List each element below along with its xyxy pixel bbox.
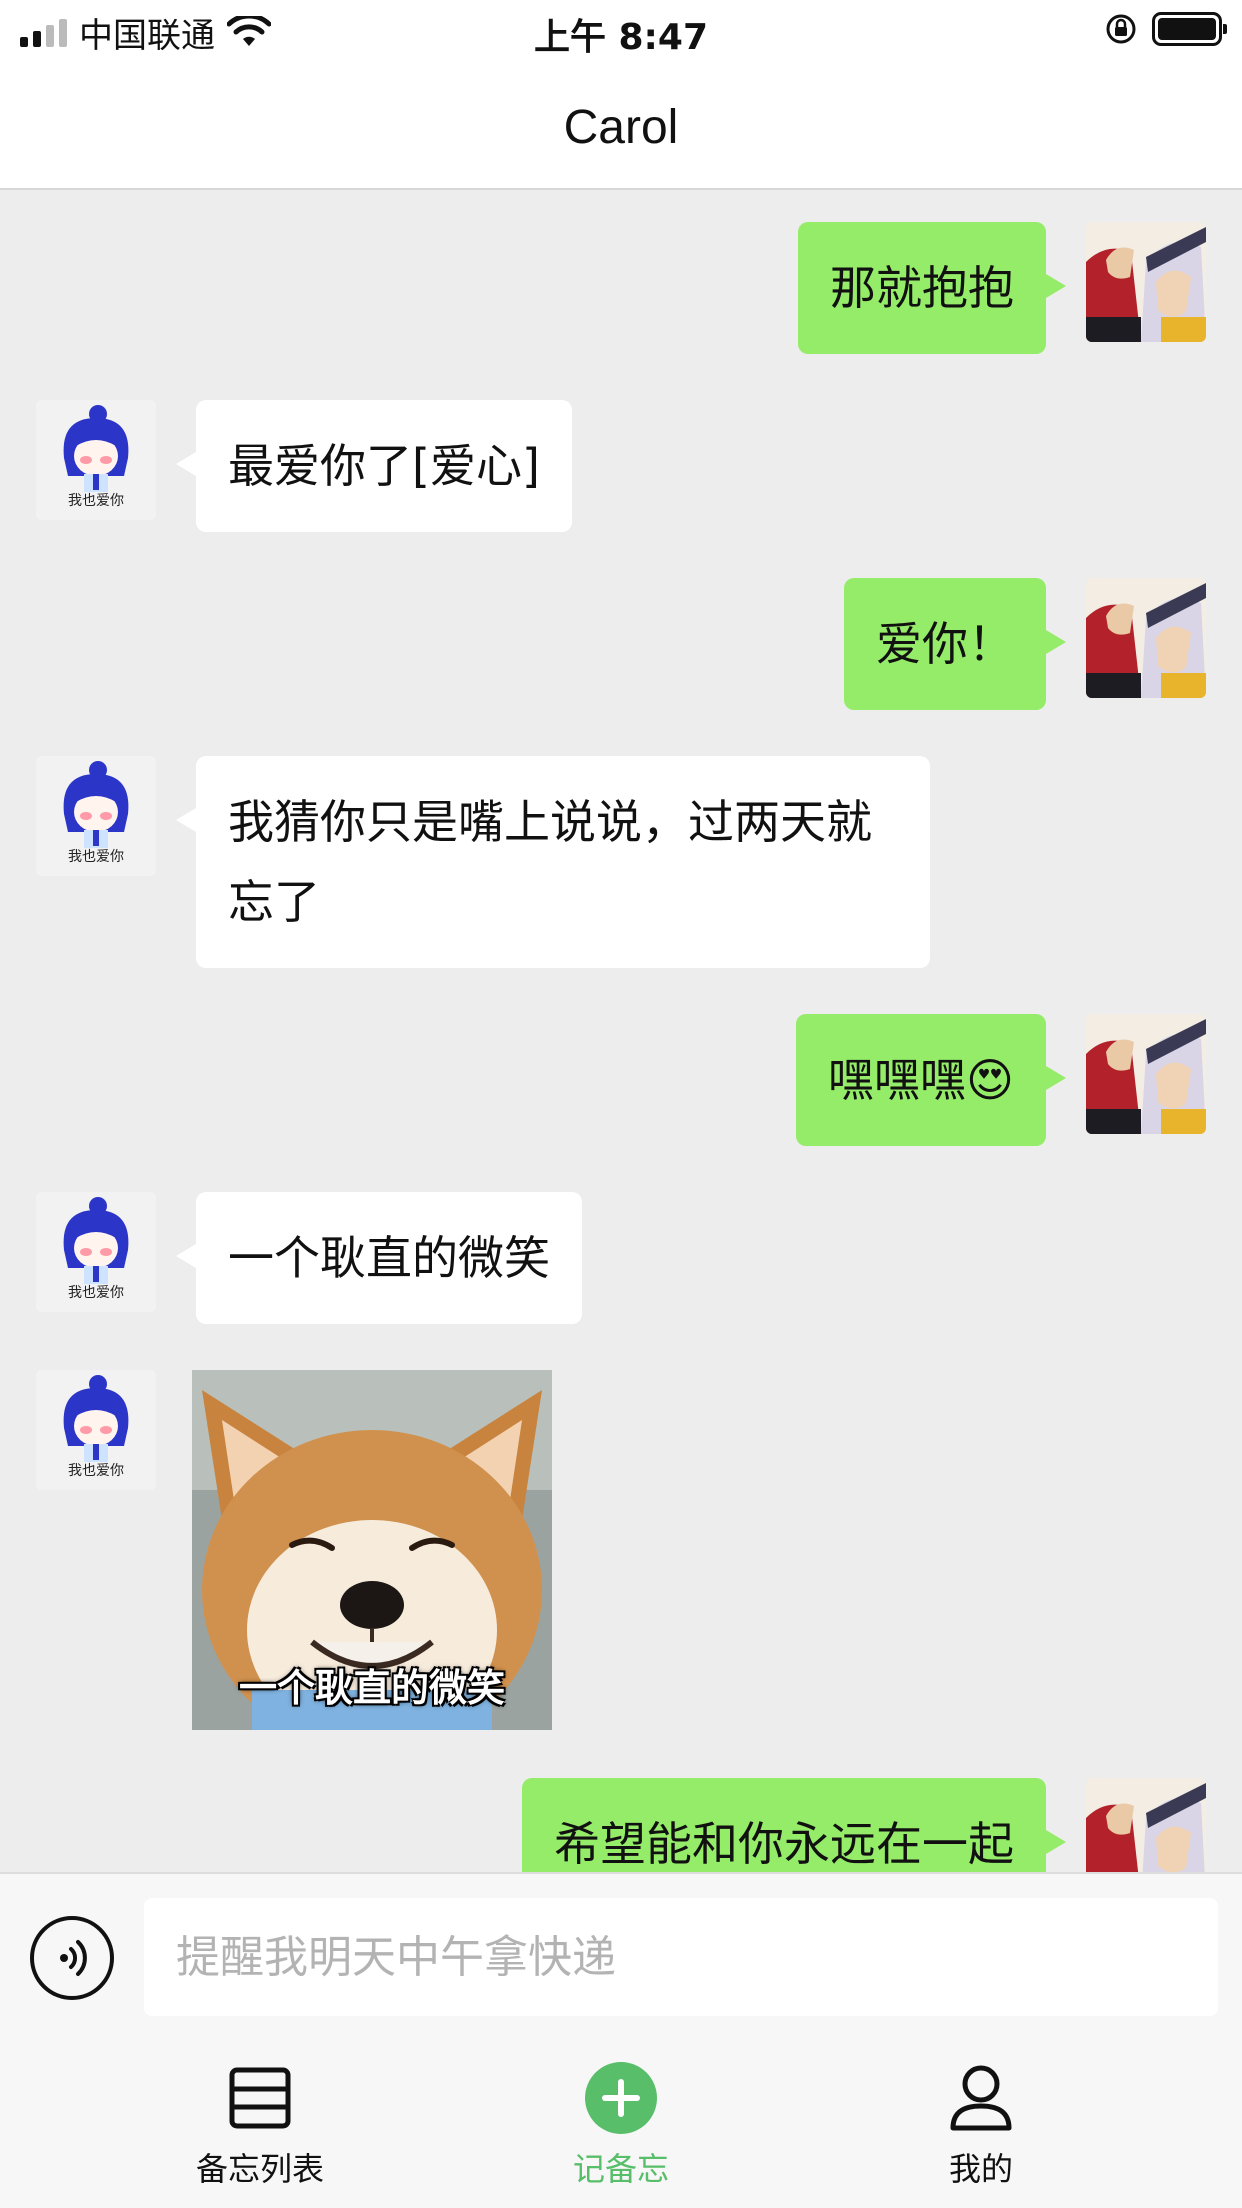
voice-icon bbox=[60, 1940, 87, 1976]
self-avatar-image bbox=[1086, 578, 1206, 698]
self-avatar[interactable] bbox=[1086, 1778, 1206, 1872]
message-bubble-incoming[interactable]: 我猜你只是嘴上说说，过两天就 忘了 bbox=[176, 756, 930, 968]
self-avatar[interactable] bbox=[1086, 222, 1206, 342]
message-bubble-incoming[interactable]: 最爱你了[爱心] bbox=[176, 400, 572, 532]
self-avatar-image bbox=[1086, 222, 1206, 342]
message-text: 一个耿直的微笑 bbox=[228, 1231, 550, 1285]
message-text: 那就抱抱 bbox=[830, 261, 1014, 315]
contact-avatar[interactable]: 我也爱你 bbox=[36, 400, 156, 520]
image-message[interactable]: 一个耿直的微笑 bbox=[192, 1370, 552, 1730]
tab-label: 我的 bbox=[948, 2150, 1013, 2188]
tab-label: 记备忘 bbox=[572, 2150, 669, 2188]
avatar-caption: 我也爱你 bbox=[68, 493, 124, 509]
self-avatar-image bbox=[1086, 1778, 1206, 1872]
status-time: 上午 8:47 bbox=[533, 17, 709, 58]
voice-input-button[interactable] bbox=[30, 1916, 114, 2000]
app-screen: 中国联通 上午 8:47 Carol 那就抱抱 我也爱你 最爱你了[爱心] 爱你… bbox=[0, 0, 1242, 2208]
chat-area[interactable]: 那就抱抱 我也爱你 最爱你了[爱心] 爱你！ 我也爱你 我猜你只是嘴上说说，过两… bbox=[0, 192, 1242, 1872]
message-bubble-outgoing[interactable]: 嘿嘿嘿😍 bbox=[796, 1014, 1066, 1146]
status-right bbox=[1104, 12, 1227, 46]
contact-avatar[interactable]: 我也爱你 bbox=[36, 1192, 156, 1312]
tab-mine[interactable]: 我的 bbox=[871, 2062, 1091, 2202]
contact-avatar[interactable]: 我也爱你 bbox=[36, 756, 156, 876]
message-bubble-incoming[interactable]: 一个耿直的微笑 bbox=[176, 1192, 582, 1324]
message-text: 嘿嘿嘿😍 bbox=[828, 1053, 1014, 1107]
tab-add-memo[interactable]: 记备忘 bbox=[511, 2062, 731, 2202]
message-input[interactable] bbox=[144, 1898, 1218, 2016]
avatar-caption: 我也爱你 bbox=[68, 1463, 124, 1479]
battery-level bbox=[1158, 18, 1216, 40]
avatar-caption: 我也爱你 bbox=[68, 849, 124, 865]
contact-avatar[interactable]: 我也爱你 bbox=[36, 1370, 156, 1490]
tab-memo-list[interactable]: 备忘列表 bbox=[150, 2062, 370, 2202]
message-bubble-outgoing[interactable]: 那就抱抱 bbox=[798, 222, 1066, 354]
message-bubble-outgoing[interactable]: 希望能和你永远在一起 bbox=[522, 1778, 1066, 1872]
image-caption: 一个耿直的微笑 bbox=[238, 1666, 505, 1710]
message-text: 希望能和你永远在一起 bbox=[554, 1817, 1014, 1871]
message-text: 我猜你只是嘴上说说，过两天就 忘了 bbox=[228, 795, 872, 929]
self-avatar-image bbox=[1086, 1014, 1206, 1134]
tab-label: 备忘列表 bbox=[195, 2150, 324, 2188]
list-icon bbox=[224, 2062, 296, 2134]
message-bubble-outgoing[interactable]: 爱你！ bbox=[844, 578, 1066, 710]
message-text: 爱你！ bbox=[876, 617, 1014, 671]
avatar-caption: 我也爱你 bbox=[68, 1285, 124, 1301]
battery-icon bbox=[1152, 12, 1227, 46]
self-avatar[interactable] bbox=[1086, 578, 1206, 698]
tab-bar: 备忘列表 记备忘 我的 bbox=[0, 2022, 1242, 2208]
nav-bar: Carol bbox=[0, 64, 1242, 190]
person-icon bbox=[945, 2062, 1017, 2134]
orientation-lock-icon bbox=[1106, 14, 1136, 44]
message-text: 最爱你了[爱心] bbox=[228, 439, 540, 493]
self-avatar[interactable] bbox=[1086, 1014, 1206, 1134]
add-circle-icon bbox=[585, 2062, 657, 2134]
chat-title: Carol bbox=[563, 101, 679, 154]
status-bar: 中国联通 上午 8:47 bbox=[0, 0, 1242, 64]
input-bar bbox=[0, 1872, 1242, 2022]
